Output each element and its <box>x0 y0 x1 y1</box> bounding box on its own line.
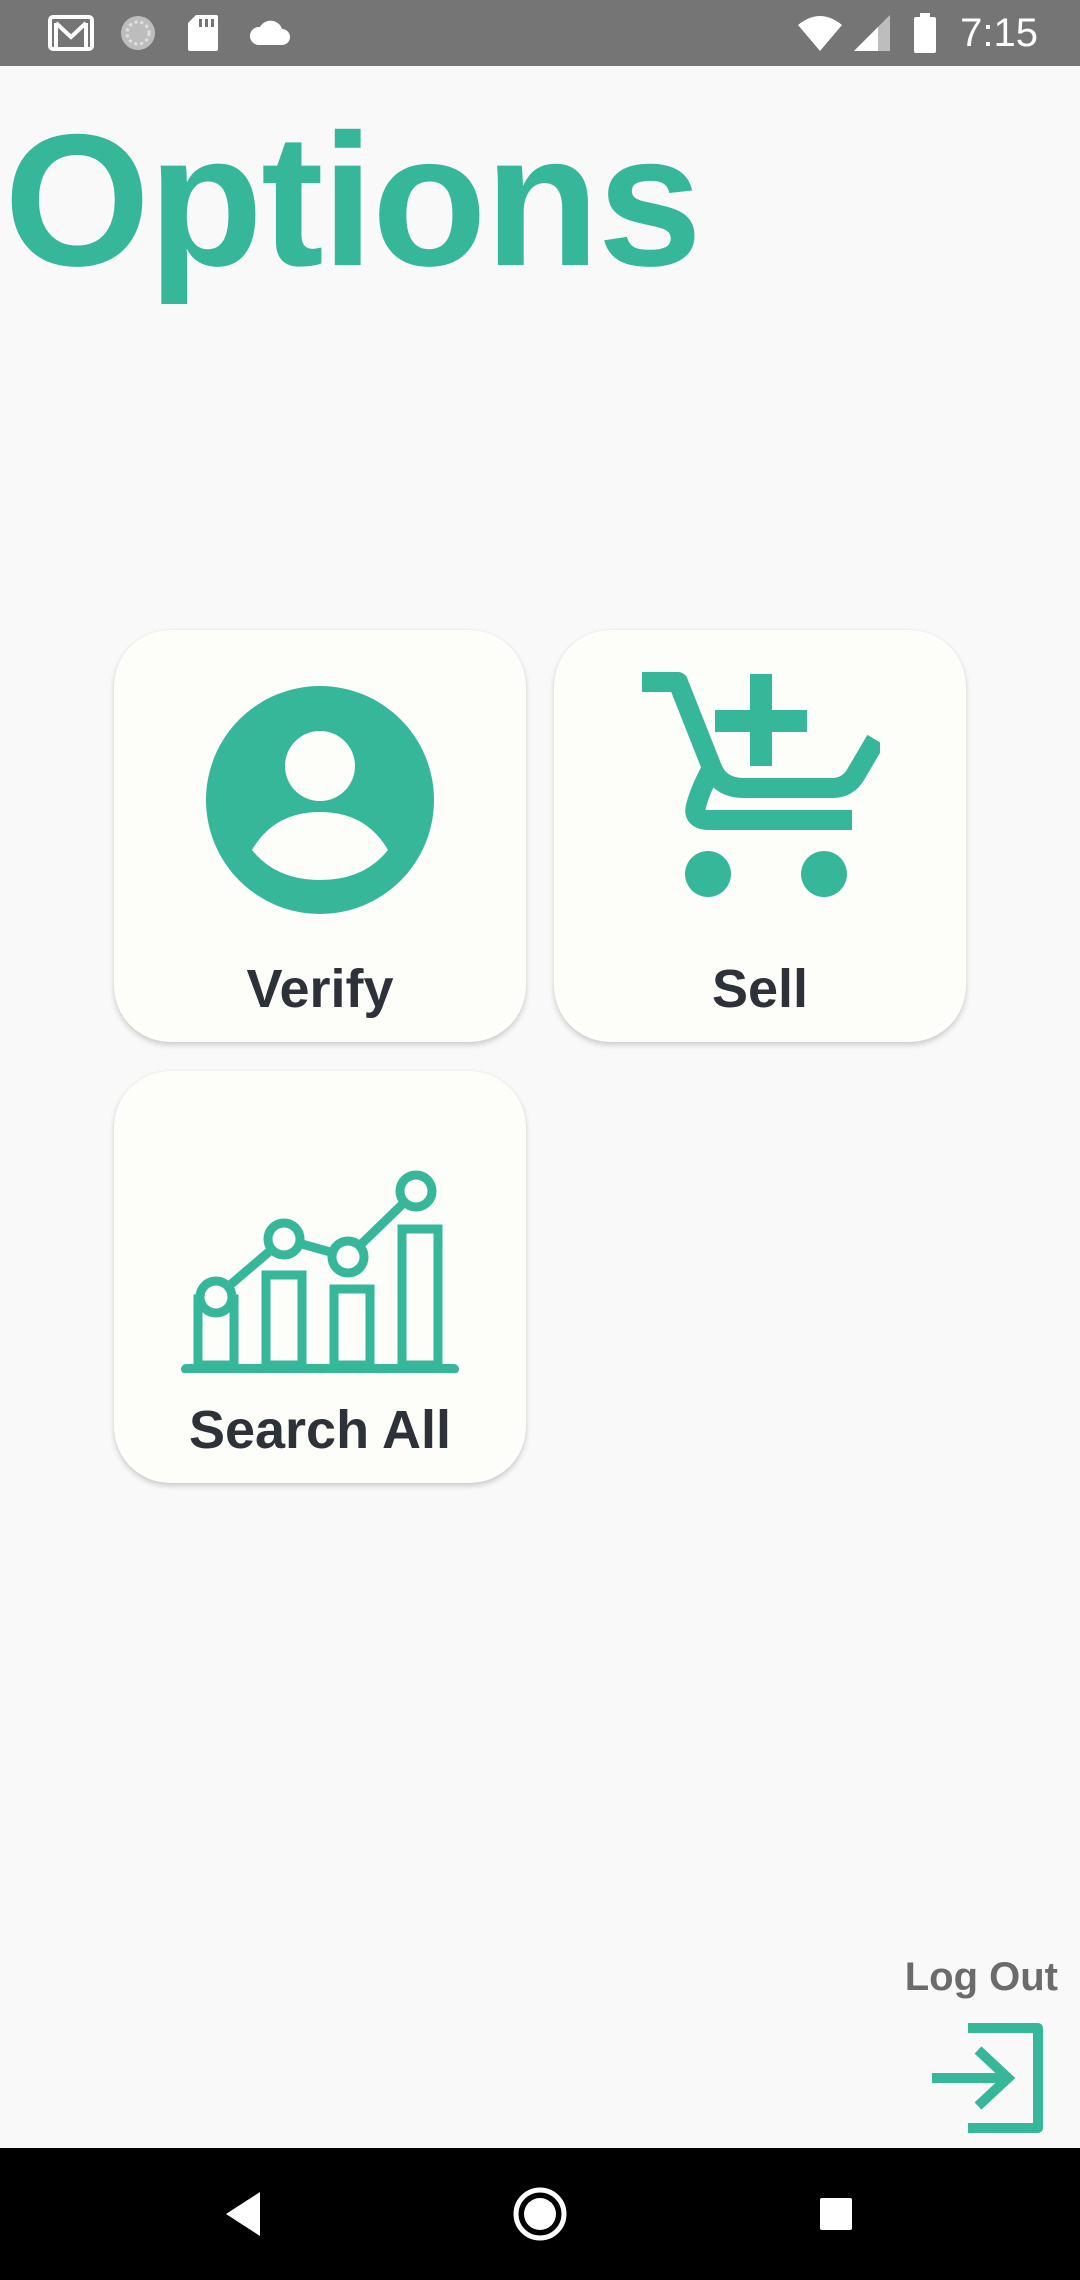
gmail-icon <box>48 15 94 51</box>
sell-tile[interactable]: Sell <box>554 630 966 1042</box>
analytics-chart-icon <box>181 1170 459 1373</box>
battery-icon <box>914 13 936 53</box>
search-all-label: Search All <box>188 1400 452 1460</box>
search-all-tile[interactable]: Search All <box>114 1071 526 1483</box>
logout-label[interactable]: Log Out <box>905 1955 1058 2000</box>
recents-icon[interactable] <box>806 2184 866 2244</box>
logout-icon[interactable] <box>928 2022 1048 2134</box>
verify-label: Verify <box>246 959 394 1019</box>
sync-icon <box>121 16 155 50</box>
signal-icon <box>854 15 890 51</box>
sell-label: Sell <box>711 959 809 1019</box>
cart-add-icon <box>642 672 880 897</box>
home-icon[interactable] <box>510 2184 570 2244</box>
wifi-icon <box>798 16 842 51</box>
cloud-icon <box>249 20 290 45</box>
sd-card-icon <box>188 15 218 51</box>
navigation-bar <box>0 2148 1080 2280</box>
back-icon[interactable] <box>212 2184 272 2244</box>
verify-tile[interactable]: Verify <box>114 630 526 1042</box>
status-time: 7:15 <box>960 11 1038 55</box>
user-account-icon <box>206 686 434 914</box>
page-title: Options <box>4 95 702 305</box>
status-bar: 7:15 <box>0 0 1080 66</box>
